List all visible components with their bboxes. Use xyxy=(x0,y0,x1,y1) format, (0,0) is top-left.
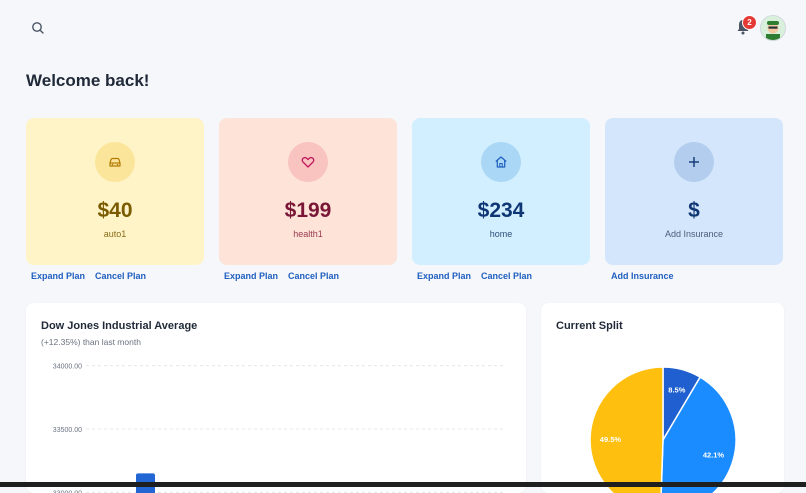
card-amount: $234 xyxy=(477,199,525,222)
card-label: Add Insurance xyxy=(664,229,724,239)
plan-card-home: $234 home xyxy=(412,118,590,265)
y-tick-label: 33500.00 xyxy=(53,427,82,434)
car-icon xyxy=(109,157,121,167)
top-bar: 2 xyxy=(0,0,806,56)
search-icon[interactable] xyxy=(30,20,46,36)
plan-card-health: $199 health1 xyxy=(219,118,397,265)
heart-icon xyxy=(301,156,315,168)
card-label: auto1 xyxy=(103,229,127,239)
pie-slice-label: 49.5% xyxy=(600,435,622,444)
card-amount: $ xyxy=(688,199,700,222)
card-label: home xyxy=(489,229,513,239)
card-actions: Expand Plan Cancel Plan xyxy=(417,271,542,281)
pie-slice-label: 42.1% xyxy=(703,451,725,460)
split-panel: Current Split 8.5% 42.1% 49.5% xyxy=(541,303,784,493)
card-label: health1 xyxy=(293,229,323,239)
card-actions: Expand Plan Cancel Plan xyxy=(31,271,156,281)
pie-slice-label: 8.5% xyxy=(668,385,685,394)
y-tick-label: 34000.00 xyxy=(53,364,82,371)
card-amount: $199 xyxy=(284,199,332,222)
card-icon-circle xyxy=(674,142,714,182)
home-icon xyxy=(495,156,507,168)
bar-chart: 34000.0033500.0033000.00 xyxy=(53,364,506,493)
pie-chart: 8.5% 42.1% 49.5% xyxy=(589,366,737,493)
pie-slice[interactable] xyxy=(589,366,664,493)
add-insurance-link[interactable]: Add Insurance xyxy=(611,271,674,281)
card-actions: Expand Plan Cancel Plan xyxy=(224,271,349,281)
plan-card-auto: $40 auto1 xyxy=(26,118,204,265)
avatar-illustration xyxy=(761,16,785,40)
cancel-plan-link[interactable]: Cancel Plan xyxy=(481,271,532,281)
cancel-plan-link[interactable]: Cancel Plan xyxy=(95,271,146,281)
add-insurance-card[interactable]: $ Add Insurance xyxy=(605,118,783,265)
avatar[interactable] xyxy=(760,15,786,41)
expand-plan-link[interactable]: Expand Plan xyxy=(31,271,85,281)
card-actions: Add Insurance xyxy=(611,271,684,281)
card-icon-circle xyxy=(481,142,521,182)
plus-icon xyxy=(689,157,699,167)
card-icon-circle xyxy=(288,142,328,182)
expand-plan-link[interactable]: Expand Plan xyxy=(417,271,471,281)
cancel-plan-link[interactable]: Cancel Plan xyxy=(288,271,339,281)
expand-plan-link[interactable]: Expand Plan xyxy=(224,271,278,281)
page-title: Welcome back! xyxy=(26,71,150,90)
notification-badge: 2 xyxy=(742,15,757,30)
bottom-edge xyxy=(0,482,806,487)
card-icon-circle xyxy=(95,142,135,182)
stock-chart-panel: Dow Jones Industrial Average (+12.35%) t… xyxy=(26,303,526,493)
card-amount: $40 xyxy=(97,199,133,222)
